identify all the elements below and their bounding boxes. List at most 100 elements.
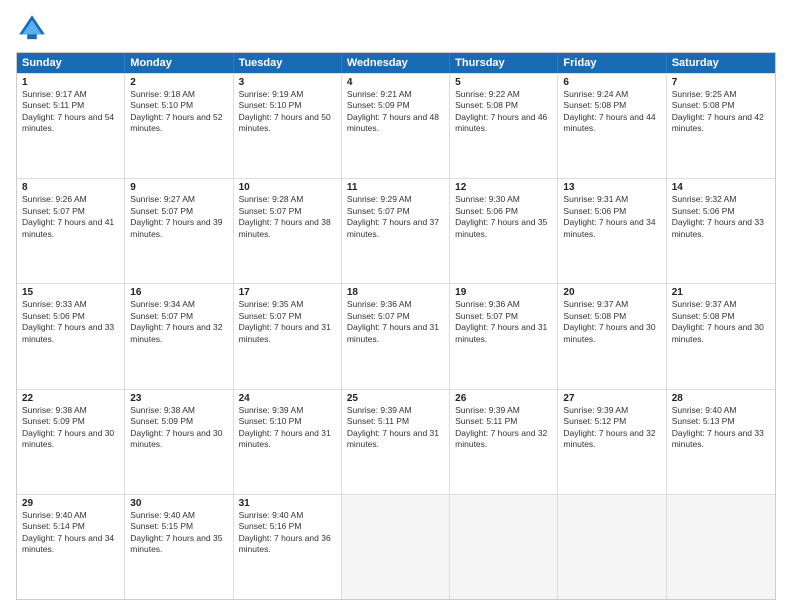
- day-number: 31: [239, 498, 336, 509]
- sunrise-text: Sunrise: 9:37 AM: [672, 299, 770, 310]
- calendar-cell: 4Sunrise: 9:21 AMSunset: 5:09 PMDaylight…: [342, 74, 450, 178]
- day-number: 4: [347, 77, 444, 88]
- day-number: 8: [22, 182, 119, 193]
- calendar-week: 8Sunrise: 9:26 AMSunset: 5:07 PMDaylight…: [17, 178, 775, 283]
- sunrise-text: Sunrise: 9:26 AM: [22, 194, 119, 205]
- calendar-cell: 19Sunrise: 9:36 AMSunset: 5:07 PMDayligh…: [450, 284, 558, 388]
- daylight-text: Daylight: 7 hours and 31 minutes.: [239, 322, 336, 345]
- calendar-cell: 6Sunrise: 9:24 AMSunset: 5:08 PMDaylight…: [558, 74, 666, 178]
- day-number: 15: [22, 287, 119, 298]
- calendar-week: 29 Sunrise: 9:40 AM Sunset: 5:14 PMDayligh…: [17, 494, 775, 599]
- sunrise-text: Sunrise: 9:34 AM: [130, 299, 227, 310]
- sunrise-text: Sunrise: 9:24 AM: [563, 89, 660, 100]
- sunrise-text: Sunrise: 9:39 AM: [347, 405, 444, 416]
- sunset-text: Sunset: 5:07 PM: [455, 311, 552, 322]
- sunrise-text: Sunrise: 9:27 AM: [130, 194, 227, 205]
- sunset-text: Sunset: 5:08 PM: [563, 311, 660, 322]
- calendar-header-cell: Thursday: [450, 53, 558, 73]
- day-number: 9: [130, 182, 227, 193]
- daylight-text: Daylight: 7 hours and 30 minutes.: [563, 322, 660, 345]
- daylight-text: Daylight: 7 hours and 31 minutes.: [347, 428, 444, 451]
- daylight-text: Daylight: 7 hours and 54 minutes.: [22, 112, 119, 135]
- day-number: 29: [22, 498, 119, 509]
- calendar-header-cell: Friday: [558, 53, 666, 73]
- day-number: 25: [347, 393, 444, 404]
- daylight-text: Daylight: 7 hours and 42 minutes.: [672, 112, 770, 135]
- sunset-text: Sunset: 5:10 PM: [239, 416, 336, 427]
- day-number: 1: [22, 77, 119, 88]
- day-number: 2: [130, 77, 227, 88]
- calendar-cell: 15Sunrise: 9:33 AMSunset: 5:06 PMDayligh…: [17, 284, 125, 388]
- sunrise-text: Sunrise: 9:33 AM: [22, 299, 119, 310]
- day-number: 23: [130, 393, 227, 404]
- calendar-cell: 10Sunrise: 9:28 AMSunset: 5:07 PMDayligh…: [234, 179, 342, 283]
- calendar-week: 15Sunrise: 9:33 AMSunset: 5:06 PMDayligh…: [17, 283, 775, 388]
- calendar-cell: 27Sunrise: 9:39 AMSunset: 5:12 PMDayligh…: [558, 390, 666, 494]
- calendar-cell: 2Sunrise: 9:18 AMSunset: 5:10 PMDaylight…: [125, 74, 233, 178]
- calendar-header-cell: Tuesday: [234, 53, 342, 73]
- calendar-cell: 11Sunrise: 9:29 AMSunset: 5:07 PMDayligh…: [342, 179, 450, 283]
- calendar-cell: 28Sunrise: 9:40 AMSunset: 5:13 PMDayligh…: [667, 390, 775, 494]
- daylight-text: Daylight: 7 hours and 32 minutes.: [563, 428, 660, 451]
- day-number: 30: [130, 498, 227, 509]
- day-number: 16: [130, 287, 227, 298]
- daylight-text: Daylight: 7 hours and 41 minutes.: [22, 217, 119, 240]
- calendar-cell: 9Sunrise: 9:27 AMSunset: 5:07 PMDaylight…: [125, 179, 233, 283]
- calendar-cell: 25Sunrise: 9:39 AMSunset: 5:11 PMDayligh…: [342, 390, 450, 494]
- sunset-text: Sunset: 5:07 PM: [347, 311, 444, 322]
- sunrise-text: Sunrise: 9:18 AM: [130, 89, 227, 100]
- daylight-text: Daylight: 7 hours and 48 minutes.: [347, 112, 444, 135]
- sunrise-text: Sunrise: 9:36 AM: [455, 299, 552, 310]
- calendar-cell: 8Sunrise: 9:26 AMSunset: 5:07 PMDaylight…: [17, 179, 125, 283]
- daylight-text: Daylight: 7 hours and 34 minutes.: [563, 217, 660, 240]
- sunset-text: Sunset: 5:11 PM: [347, 416, 444, 427]
- day-number: 27: [563, 393, 660, 404]
- sunset-text: Sunset: 5:13 PM: [672, 416, 770, 427]
- sunset-text: Sunset: 5:07 PM: [22, 206, 119, 217]
- calendar: SundayMondayTuesdayWednesdayThursdayFrid…: [16, 52, 776, 600]
- day-number: 13: [563, 182, 660, 193]
- calendar-header-cell: Monday: [125, 53, 233, 73]
- sunset-text: Sunset: 5:06 PM: [455, 206, 552, 217]
- day-number: 5: [455, 77, 552, 88]
- daylight-text: Daylight: 7 hours and 52 minutes.: [130, 112, 227, 135]
- sunset-text: Sunset: 5:14 PM: [22, 521, 119, 532]
- daylight-text: Daylight: 7 hours and 31 minutes.: [347, 322, 444, 345]
- sunset-text: Sunset: 5:08 PM: [672, 311, 770, 322]
- daylight-text: Daylight: 7 hours and 33 minutes.: [22, 322, 119, 345]
- daylight-text: Daylight: 7 hours and 34 minutes.: [22, 533, 119, 556]
- daylight-text: Daylight: 7 hours and 35 minutes.: [455, 217, 552, 240]
- sunrise-text: Sunrise: 9:40 AM: [130, 510, 227, 521]
- sunset-text: Sunset: 5:15 PM: [130, 521, 227, 532]
- calendar-cell: 23Sunrise: 9:38 AMSunset: 5:09 PMDayligh…: [125, 390, 233, 494]
- daylight-text: Daylight: 7 hours and 39 minutes.: [130, 217, 227, 240]
- sunset-text: Sunset: 5:11 PM: [455, 416, 552, 427]
- day-number: 20: [563, 287, 660, 298]
- sunrise-text: Sunrise: 9:40 AM: [672, 405, 770, 416]
- calendar-cell: 26Sunrise: 9:39 AMSunset: 5:11 PMDayligh…: [450, 390, 558, 494]
- calendar-body: 1Sunrise: 9:17 AMSunset: 5:11 PMDaylight…: [17, 73, 775, 599]
- calendar-header-cell: Saturday: [667, 53, 775, 73]
- sunset-text: Sunset: 5:07 PM: [130, 311, 227, 322]
- calendar-header-cell: Wednesday: [342, 53, 450, 73]
- sunrise-text: Sunrise: 9:31 AM: [563, 194, 660, 205]
- day-number: 18: [347, 287, 444, 298]
- sunrise-text: Sunrise: 9:35 AM: [239, 299, 336, 310]
- sunset-text: Sunset: 5:07 PM: [347, 206, 444, 217]
- logo: [16, 12, 52, 44]
- daylight-text: Daylight: 7 hours and 30 minutes.: [672, 322, 770, 345]
- day-number: 22: [22, 393, 119, 404]
- calendar-week: 1Sunrise: 9:17 AMSunset: 5:11 PMDaylight…: [17, 73, 775, 178]
- sunrise-text: Sunrise: 9:39 AM: [563, 405, 660, 416]
- sunset-text: Sunset: 5:12 PM: [563, 416, 660, 427]
- day-number: 24: [239, 393, 336, 404]
- sunset-text: Sunset: 5:09 PM: [22, 416, 119, 427]
- day-number: 6: [563, 77, 660, 88]
- calendar-cell: 20Sunrise: 9:37 AMSunset: 5:08 PMDayligh…: [558, 284, 666, 388]
- header: [16, 12, 776, 44]
- daylight-text: Daylight: 7 hours and 50 minutes.: [239, 112, 336, 135]
- calendar-cell: 18Sunrise: 9:36 AMSunset: 5:07 PMDayligh…: [342, 284, 450, 388]
- day-number: 10: [239, 182, 336, 193]
- calendar-cell: 29Sunrise: 9:40 AMSunset: 5:14 PMDayligh…: [17, 495, 125, 599]
- calendar-week: 22Sunrise: 9:38 AMSunset: 5:09 PMDayligh…: [17, 389, 775, 494]
